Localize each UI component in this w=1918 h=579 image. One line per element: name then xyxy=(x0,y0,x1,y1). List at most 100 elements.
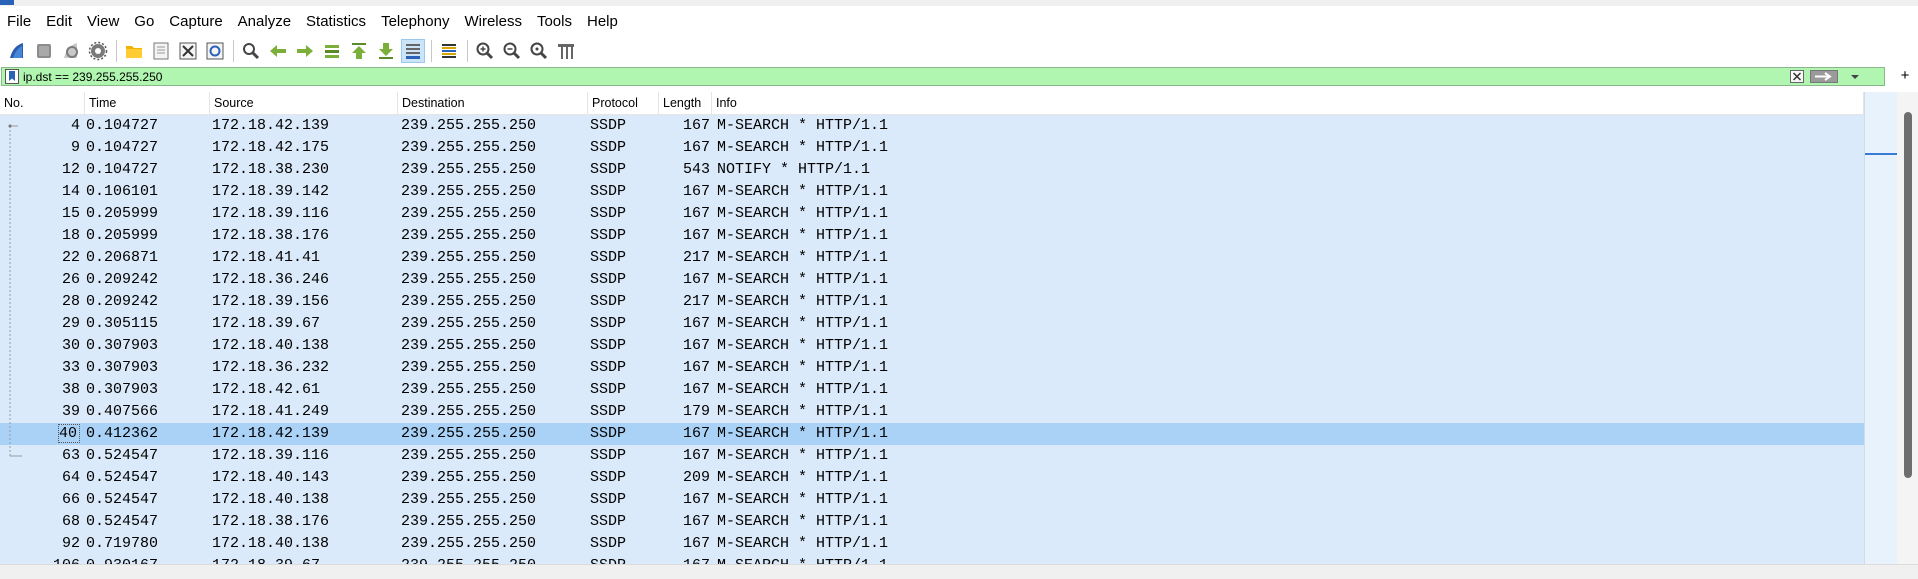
cell-no: 68 xyxy=(61,513,80,530)
table-row[interactable]: 33 0.307903 172.18.36.232 239.255.255.250 SS… xyxy=(0,357,1864,379)
table-row[interactable]: 18 0.205999 172.18.38.176 239.255.255.250 SS… xyxy=(0,225,1864,247)
table-row[interactable]: 68 0.524547 172.18.38.176 239.255.255.250 SS… xyxy=(0,511,1864,533)
cell-destination: 239.255.255.250 xyxy=(401,425,537,442)
table-row[interactable]: 64 0.524547 172.18.40.143 239.255.255.250 SS… xyxy=(0,467,1864,489)
zoom-normal-icon[interactable] xyxy=(528,40,550,62)
table-row[interactable]: 39 0.407566 172.18.41.249 239.255.255.250 SS… xyxy=(0,401,1864,423)
cell-no: 33 xyxy=(61,359,80,376)
table-row[interactable]: 92 0.719780 172.18.40.138 239.255.255.250 SS… xyxy=(0,533,1864,555)
colorize-icon[interactable] xyxy=(438,40,460,62)
cell-source: 172.18.36.232 xyxy=(212,359,330,376)
filter-bookmark-icon[interactable] xyxy=(5,69,19,84)
go-back-icon[interactable] xyxy=(267,40,289,62)
open-file-icon[interactable] xyxy=(123,40,145,62)
cell-time: 0.104727 xyxy=(86,139,159,156)
table-row[interactable]: 9 0.104727 172.18.42.175 239.255.255.250 SSD… xyxy=(0,137,1864,159)
cell-info: M-SEARCH * HTTP/1.1 xyxy=(717,447,889,464)
column-header-length[interactable]: Length xyxy=(659,92,712,114)
cell-length: 167 xyxy=(682,447,710,464)
cell-time: 0.524547 xyxy=(86,491,159,508)
menu-go[interactable]: Go xyxy=(127,8,162,36)
cell-time: 0.719780 xyxy=(86,535,159,552)
column-header-source[interactable]: Source xyxy=(210,92,398,114)
autoscroll-icon[interactable] xyxy=(401,39,425,63)
resize-columns-icon[interactable] xyxy=(555,40,577,62)
filter-history-dropdown-icon[interactable] xyxy=(1848,70,1862,83)
menu-tools[interactable]: Tools xyxy=(530,8,580,36)
cell-info: M-SEARCH * HTTP/1.1 xyxy=(717,139,889,156)
menu-analyze[interactable]: Analyze xyxy=(231,8,299,36)
menu-wireless[interactable]: Wireless xyxy=(457,8,530,36)
table-row[interactable]: 26 0.209242 172.18.36.246 239.255.255.250 SS… xyxy=(0,269,1864,291)
table-row[interactable]: 38 0.307903 172.18.42.61 239.255.255.250 SSD… xyxy=(0,379,1864,401)
menu-telephony[interactable]: Telephony xyxy=(374,8,457,36)
table-row[interactable]: 28 0.209242 172.18.39.156 239.255.255.250 SS… xyxy=(0,291,1864,313)
find-packet-icon[interactable] xyxy=(240,40,262,62)
restart-capture-icon[interactable] xyxy=(60,40,82,62)
cell-no: 92 xyxy=(61,535,80,552)
cell-protocol: SSDP xyxy=(590,271,627,288)
cell-source: 172.18.39.116 xyxy=(212,447,330,464)
clear-filter-icon[interactable] xyxy=(1790,70,1804,83)
cell-protocol: SSDP xyxy=(590,337,627,354)
cell-no: 40 xyxy=(0,423,80,445)
table-row[interactable]: 12 0.104727 172.18.38.230 239.255.255.250 SS… xyxy=(0,159,1864,181)
stop-capture-icon[interactable] xyxy=(33,40,55,62)
save-file-icon[interactable] xyxy=(150,40,172,62)
cell-source: 172.18.42.175 xyxy=(212,139,330,156)
column-header-no[interactable]: No. xyxy=(0,92,85,114)
go-last-icon[interactable] xyxy=(375,40,397,62)
cell-protocol: SSDP xyxy=(590,425,627,442)
capture-options-icon[interactable] xyxy=(87,40,109,62)
table-row[interactable]: 106 0.930167 172.18.39.67239.255.255.250SS… xyxy=(0,555,1864,564)
cell-info: NOTIFY * HTTP/1.1 xyxy=(717,161,871,178)
table-row[interactable]: 29 0.305115 172.18.39.67 239.255.255.250 SSD… xyxy=(0,313,1864,335)
menu-edit[interactable]: Edit xyxy=(39,8,80,36)
table-row[interactable]: 30 0.307903 172.18.40.138 239.255.255.250 SS… xyxy=(0,335,1864,357)
go-forward-icon[interactable] xyxy=(294,40,316,62)
cell-destination: 239.255.255.250 xyxy=(401,359,537,376)
table-row[interactable]: 22 0.206871 172.18.41.41 239.255.255.250 SSD… xyxy=(0,247,1864,269)
go-first-icon[interactable] xyxy=(348,40,370,62)
cell-protocol: SSDP xyxy=(590,555,660,564)
display-filter-input[interactable]: ip.dst == 239.255.255.250 xyxy=(1,67,1885,86)
column-header-destination[interactable]: Destination xyxy=(398,92,588,114)
table-row[interactable]: 63 0.524547 172.18.39.116 239.255.255.250 SS… xyxy=(0,445,1864,467)
cell-no: 15 xyxy=(61,205,80,222)
reload-file-icon[interactable] xyxy=(204,40,226,62)
cell-no: 9 xyxy=(70,139,80,156)
table-row[interactable]: 15 0.205999 172.18.39.116 239.255.255.250 SS… xyxy=(0,203,1864,225)
scrollbar-thumb[interactable] xyxy=(1904,112,1912,478)
vertical-scrollbar[interactable] xyxy=(1897,92,1918,564)
zoom-out-icon[interactable] xyxy=(501,40,523,62)
cell-time: 0.209242 xyxy=(86,271,159,288)
column-header-protocol[interactable]: Protocol xyxy=(588,92,659,114)
add-filter-button-icon[interactable]: + xyxy=(1898,68,1912,84)
column-header-time[interactable]: Time xyxy=(85,92,210,114)
display-filter-text[interactable]: ip.dst == 239.255.255.250 xyxy=(23,68,162,86)
close-file-icon[interactable] xyxy=(177,40,199,62)
go-to-packet-icon[interactable] xyxy=(321,40,343,62)
menu-help[interactable]: Help xyxy=(580,8,626,36)
cell-source: 172.18.40.138 xyxy=(212,337,330,354)
table-row[interactable]: 14 0.106101 172.18.39.142 239.255.255.250 SS… xyxy=(0,181,1864,203)
cell-source: 172.18.40.138 xyxy=(212,535,330,552)
cell-protocol: SSDP xyxy=(590,293,627,310)
cell-source: 172.18.39.67 xyxy=(212,555,400,564)
column-header-info[interactable]: Info xyxy=(712,92,1864,114)
menu-capture[interactable]: Capture xyxy=(162,8,230,36)
menu-statistics[interactable]: Statistics xyxy=(299,8,374,36)
table-row[interactable]: 66 0.524547 172.18.40.138 239.255.255.250 SS… xyxy=(0,489,1864,511)
menu-view[interactable]: View xyxy=(80,8,127,36)
packet-minimap[interactable] xyxy=(1864,92,1898,564)
cell-no: 4 xyxy=(70,117,80,134)
cell-time: 0.524547 xyxy=(86,513,159,530)
start-capture-icon[interactable] xyxy=(6,40,28,62)
table-row[interactable]: 4 0.104727 172.18.42.139 239.255.255.250 SSD… xyxy=(0,115,1864,137)
horizontal-splitter[interactable] xyxy=(0,564,1918,579)
cell-destination: 239.255.255.250 xyxy=(401,183,537,200)
zoom-in-icon[interactable] xyxy=(474,40,496,62)
table-row-selected[interactable]: 40 0.412362 172.18.42.139 239.255.255.250 SS… xyxy=(0,423,1864,445)
apply-filter-icon[interactable] xyxy=(1810,70,1838,83)
menu-file[interactable]: File xyxy=(0,8,39,36)
